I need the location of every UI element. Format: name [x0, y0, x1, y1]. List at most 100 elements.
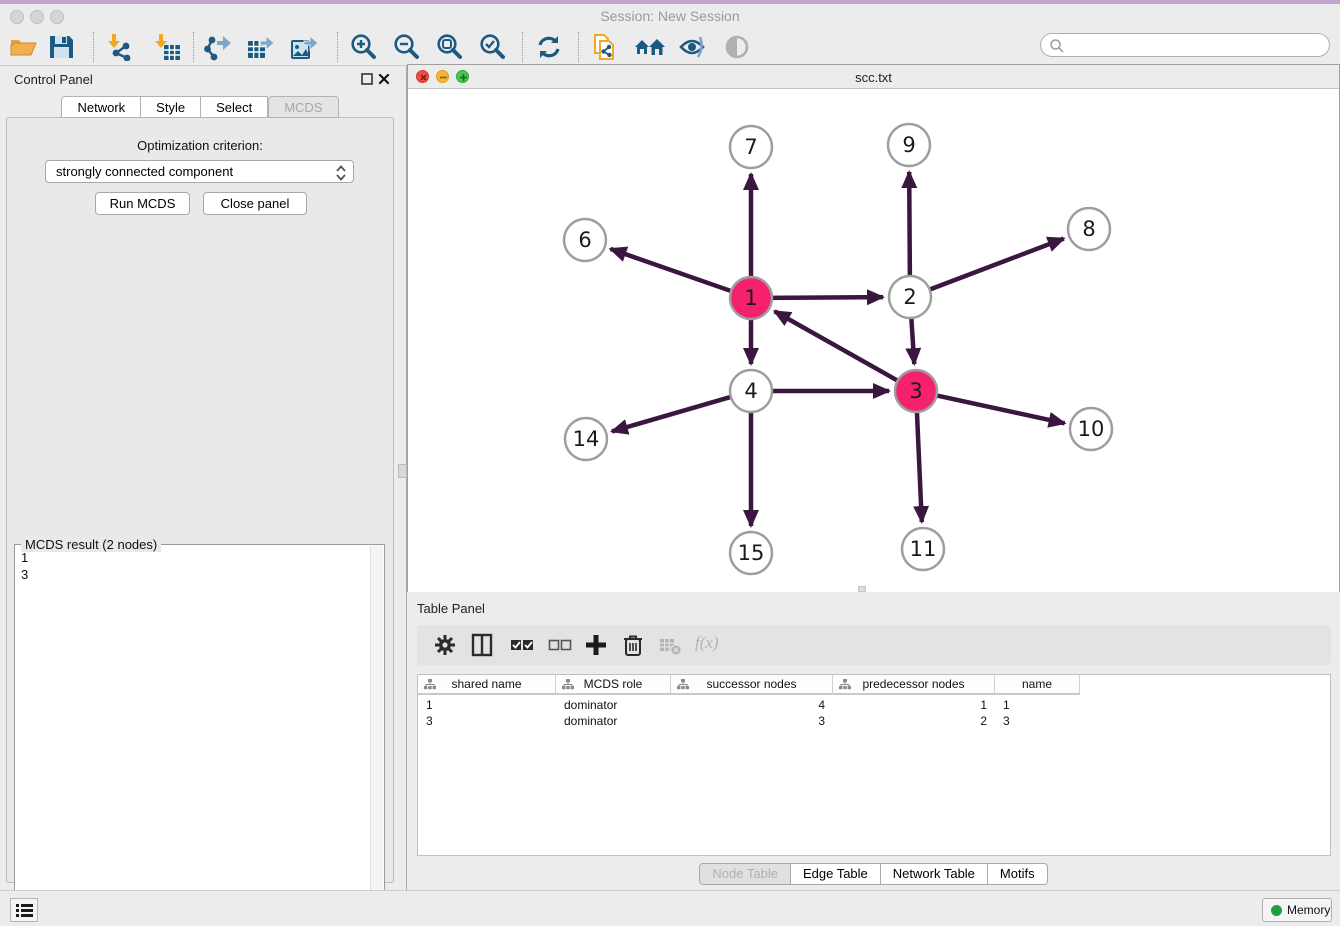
table-row[interactable]: 1dominator411 [418, 697, 1080, 713]
memory-status-dot [1271, 905, 1282, 916]
export-table-icon[interactable] [246, 33, 276, 61]
node-label-6: 6 [578, 228, 591, 252]
main-toolbar [0, 28, 1340, 66]
node-label-9: 9 [902, 133, 915, 157]
status-bar: Memory [0, 890, 1340, 926]
status-menu-button[interactable] [10, 898, 38, 922]
column-header-successor-nodes[interactable]: successor nodes [671, 675, 833, 695]
home-icon[interactable] [634, 33, 664, 61]
import-network-icon[interactable] [104, 33, 134, 61]
deselect-all-icon[interactable] [547, 632, 573, 658]
refresh-layout-icon[interactable] [534, 33, 564, 61]
node-label-15: 15 [738, 541, 765, 565]
delete-column-icon[interactable] [620, 632, 646, 658]
table-tab-edge-table[interactable]: Edge Table [791, 863, 881, 885]
network-graph[interactable]: 7968124314101511 [408, 89, 1339, 592]
edge-1-2[interactable] [769, 297, 883, 298]
panel-divider-handle[interactable] [398, 464, 407, 478]
edge-1-6[interactable] [610, 249, 734, 292]
node-label-7: 7 [744, 135, 757, 159]
search-input[interactable] [1069, 36, 1319, 54]
table-settings-icon[interactable] [432, 632, 458, 658]
network-resize-handle[interactable] [858, 586, 866, 592]
control-tab-select[interactable]: Select [201, 96, 268, 118]
table-cell[interactable]: dominator [556, 713, 671, 729]
network-window-title: scc.txt [408, 70, 1339, 85]
node-label-14: 14 [573, 427, 600, 451]
edge-2-9[interactable] [909, 172, 910, 279]
application-window: Session: New Session [0, 0, 1340, 926]
control-tab-style[interactable]: Style [141, 96, 201, 118]
column-header-predecessor-nodes[interactable]: predecessor nodes [833, 675, 995, 695]
node-label-3: 3 [909, 379, 922, 403]
result-scrollbar[interactable] [370, 546, 383, 920]
duplicate-network-icon[interactable] [590, 33, 620, 61]
toolbar-separator [337, 32, 338, 62]
panel-divider[interactable] [400, 66, 407, 890]
float-panel-icon[interactable] [361, 72, 373, 84]
table-panel: Table Panel [407, 595, 1340, 890]
table-cell[interactable]: 1 [833, 697, 995, 713]
table-cell[interactable]: dominator [556, 697, 671, 713]
table-row[interactable]: 3dominator323 [418, 713, 1080, 729]
control-panel-title: Control Panel [14, 72, 93, 87]
column-header-MCDS-role[interactable]: MCDS role [556, 675, 671, 695]
search-box[interactable] [1040, 33, 1330, 57]
edge-3-11[interactable] [917, 409, 922, 522]
node-table[interactable]: shared nameMCDS rolesuccessor nodesprede… [417, 674, 1331, 856]
hide-panels-icon[interactable] [678, 33, 708, 61]
close-panel-icon[interactable] [378, 72, 390, 84]
mcds-result-text[interactable]: 1 3 [17, 549, 357, 909]
memory-label: Memory [1287, 903, 1330, 917]
close-panel-button[interactable]: Close panel [203, 192, 307, 215]
node-label-1: 1 [744, 286, 757, 310]
node-label-10: 10 [1078, 417, 1105, 441]
import-table-icon[interactable] [151, 33, 181, 61]
edge-3-1[interactable] [775, 311, 901, 382]
table-cell[interactable]: 3 [418, 713, 556, 729]
run-mcds-button[interactable]: Run MCDS [95, 192, 190, 215]
zoom-fit-icon[interactable] [434, 33, 464, 61]
column-header-shared-name[interactable]: shared name [418, 675, 556, 695]
table-tab-node-table[interactable]: Node Table [699, 863, 791, 885]
zoom-out-icon[interactable] [391, 33, 421, 61]
table-panel-tabs: Node TableEdge TableNetwork TableMotifs [407, 863, 1340, 885]
window-title: Session: New Session [0, 8, 1340, 24]
zoom-selected-icon[interactable] [477, 33, 507, 61]
optimization-criterion-select[interactable]: strongly connected component [45, 160, 354, 183]
node-label-4: 4 [744, 379, 757, 403]
open-session-icon[interactable] [8, 33, 38, 61]
function-builder-icon: f(x) [695, 633, 719, 653]
toolbar-separator [578, 32, 579, 62]
toolbar-separator [93, 32, 94, 62]
select-all-icon[interactable] [509, 632, 535, 658]
table-cell[interactable]: 3 [995, 713, 1080, 729]
table-cell[interactable]: 1 [995, 697, 1080, 713]
network-window-titlebar[interactable]: scc.txt [408, 65, 1339, 89]
toolbar-separator [522, 32, 523, 62]
table-cell[interactable]: 3 [671, 713, 833, 729]
table-cell[interactable]: 4 [671, 697, 833, 713]
export-network-icon[interactable] [203, 33, 233, 61]
control-panel-tabs: NetworkStyleSelectMCDS [0, 96, 400, 118]
edge-3-10[interactable] [934, 395, 1065, 423]
table-cell[interactable]: 1 [418, 697, 556, 713]
column-header-name[interactable]: name [995, 675, 1080, 695]
edge-2-8[interactable] [927, 239, 1064, 291]
control-tab-mcds[interactable]: MCDS [268, 96, 338, 118]
save-session-icon[interactable] [46, 33, 76, 61]
zoom-in-icon[interactable] [348, 33, 378, 61]
list-icon [16, 903, 33, 918]
table-tab-motifs[interactable]: Motifs [988, 863, 1048, 885]
table-tab-network-table[interactable]: Network Table [881, 863, 988, 885]
table-cell[interactable]: 2 [833, 713, 995, 729]
memory-button[interactable]: Memory [1262, 898, 1332, 922]
show-column-panel-icon[interactable] [469, 632, 495, 658]
control-tab-network[interactable]: Network [61, 96, 141, 118]
show-disabled-icon [722, 33, 752, 61]
create-column-icon[interactable] [583, 632, 609, 658]
edge-2-3[interactable] [911, 315, 914, 364]
node-label-8: 8 [1082, 217, 1095, 241]
edge-4-14[interactable] [612, 396, 734, 431]
export-image-icon[interactable] [290, 33, 320, 61]
